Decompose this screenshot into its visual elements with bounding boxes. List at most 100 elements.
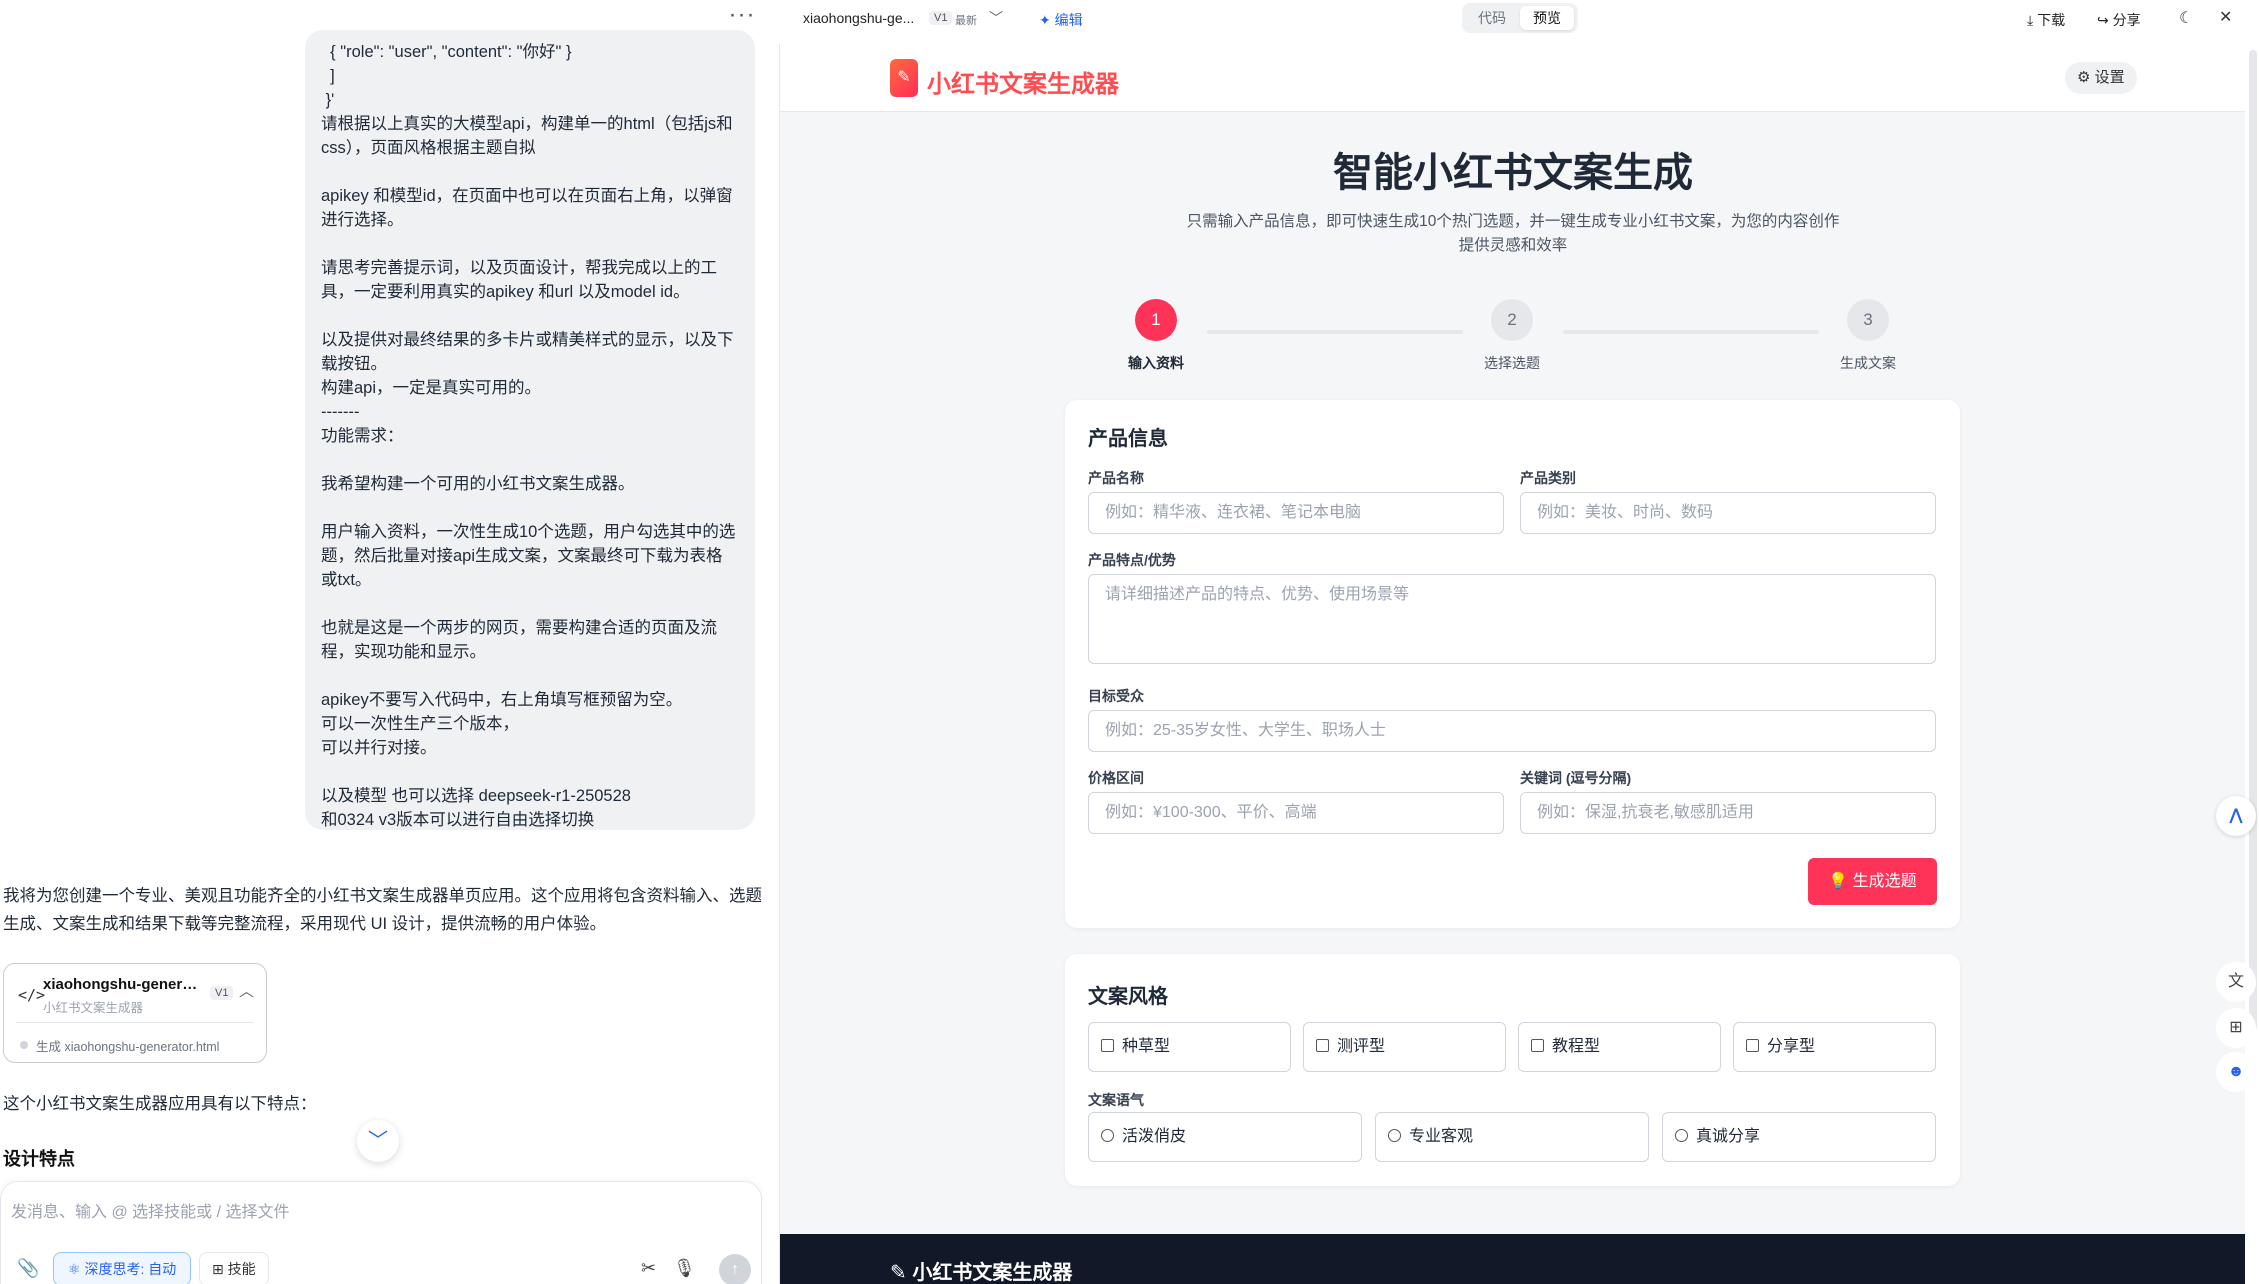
style-option[interactable]: 教程型 <box>1518 1022 1721 1072</box>
price-range-label: 价格区间 <box>1088 770 1144 786</box>
close-icon[interactable]: ✕ <box>2219 7 2232 27</box>
product-category-input[interactable]: 例如：美妆、时尚、数码 <box>1520 492 1936 534</box>
grid-icon: ⊞ <box>212 1261 228 1277</box>
style-option[interactable]: 测评型 <box>1303 1022 1506 1072</box>
radio-button[interactable] <box>1675 1129 1688 1142</box>
edit-button[interactable]: ✦ 编辑 <box>1039 10 1083 30</box>
user-message: { "role": "user", "content": "你好" } ] }'… <box>305 30 755 830</box>
generate-topics-button[interactable]: 💡 生成选题 <box>1808 858 1937 905</box>
preview-pane: xiaohongshu-ge... V1 最新 ﹀ ✦ 编辑 代码 预览 ⤓ 下… <box>779 0 2259 1284</box>
step-2: 2 选择选题 <box>1462 299 1562 373</box>
more-options-icon[interactable]: ··· <box>728 3 756 32</box>
message-composer[interactable]: 发消息、输入 @ 选择技能或 / 选择文件 📎 ⚛ 深度思考: 自动 ⊞ 技能 … <box>0 1181 762 1284</box>
style-option-label: 测评型 <box>1337 1038 1386 1055</box>
tone-option-label: 专业客观 <box>1409 1128 1474 1145</box>
gear-icon: ⚙ <box>2077 69 2095 86</box>
microphone-icon[interactable]: 🎙 <box>673 1258 696 1279</box>
tone-option[interactable]: 真诚分享 <box>1662 1112 1936 1162</box>
tone-option-label: 活泼俏皮 <box>1122 1128 1187 1145</box>
tab-code[interactable]: 代码 <box>1466 6 1518 30</box>
moon-icon[interactable]: ☾ <box>2179 8 2193 28</box>
style-option[interactable]: 种草型 <box>1088 1022 1291 1072</box>
radio-button[interactable] <box>1101 1129 1114 1142</box>
artifact-generated-text: 生成 xiaohongshu-generator.html <box>36 1040 220 1054</box>
send-button[interactable]: ↑ <box>719 1254 751 1284</box>
paperclip-icon[interactable]: 📎 <box>17 1258 39 1279</box>
assistant-intro-text: 我将为您创建一个专业、美观且功能齐全的小红书文案生成器单页应用。这个应用将包含资… <box>3 887 762 933</box>
app-footer: ✎ 小红书文案生成器 <box>780 1234 2245 1284</box>
bot-icon[interactable]: ☻ <box>2216 1052 2256 1092</box>
product-info-card: 产品信息 产品名称 例如：精华液、连衣裙、笔记本电脑 产品类别 例如：美妆、时尚… <box>1065 400 1960 928</box>
checkbox[interactable] <box>1746 1039 1759 1052</box>
app-header: ✎ 小红书文案生成器 ⚙ 设置 <box>780 44 2245 112</box>
file-name[interactable]: xiaohongshu-ge... <box>803 10 914 26</box>
step-label: 输入资料 <box>1128 355 1184 371</box>
footer-logo: ✎ 小红书文案生成器 <box>890 1256 1072 1284</box>
deep-think-toggle[interactable]: ⚛ 深度思考: 自动 <box>53 1252 192 1284</box>
share-label: 分享 <box>2112 12 2141 28</box>
version-badge: V1 <box>929 11 953 25</box>
product-features-textarea[interactable]: 请详细描述产品的特点、优势、使用场景等 <box>1088 574 1936 664</box>
settings-button[interactable]: ⚙ 设置 <box>2065 62 2137 94</box>
tab-preview[interactable]: 预览 <box>1520 6 1574 30</box>
design-heading: 设计特点 <box>3 1149 75 1169</box>
checkbox[interactable] <box>1101 1039 1114 1052</box>
composer-placeholder[interactable]: 发消息、输入 @ 选择技能或 / 选择文件 <box>11 1198 289 1222</box>
step-connector <box>1207 330 1463 334</box>
target-audience-label: 目标受众 <box>1088 688 1144 704</box>
translate-icon[interactable]: 文 <box>2216 962 2256 1002</box>
skills-button[interactable]: ⊞ 技能 <box>199 1252 269 1284</box>
step-number: 1 <box>1135 299 1177 341</box>
artifact-card[interactable]: </> xiaohongshu-generator 小红书文案生成器 V1 ︿ … <box>3 963 267 1063</box>
price-range-input[interactable]: 例如：¥100-300、平价、高端 <box>1088 792 1504 834</box>
checkbox[interactable] <box>1316 1039 1329 1052</box>
copy-style-title: 文案风格 <box>1088 986 1168 1008</box>
edit-label: 编辑 <box>1054 12 1083 28</box>
artifact-title: xiaohongshu-generator <box>43 976 203 993</box>
deep-think-label: 深度思考: 自动 <box>84 1261 177 1277</box>
hero-subtitle: 只需输入产品信息，即可快速生成10个热门选题，并一键生成专业小红书文案，为您的内… <box>1186 213 1840 254</box>
step-label: 选择选题 <box>1484 355 1540 371</box>
app-preview: ✎ 小红书文案生成器 ⚙ 设置 智能小红书文案生成 只需输入产品信息，即可快速生… <box>779 44 2245 1284</box>
target-audience-input[interactable]: 例如：25-35岁女性、大学生、职场人士 <box>1088 710 1936 752</box>
radio-button[interactable] <box>1388 1129 1401 1142</box>
chat-pane: ··· { "role": "user", "content": "你好" } … <box>0 0 779 1284</box>
scissors-icon[interactable]: ✂ <box>641 1258 656 1279</box>
product-category-label: 产品类别 <box>1520 470 1576 486</box>
divider <box>16 1022 254 1023</box>
style-option-label: 分享型 <box>1767 1038 1816 1055</box>
tone-option[interactable]: 活泼俏皮 <box>1088 1112 1362 1162</box>
magic-wand-icon: ✎ <box>890 59 918 97</box>
keywords-label: 关键词 (逗号分隔) <box>1520 770 1632 786</box>
latest-label: 最新 <box>955 15 977 27</box>
artifact-subtitle: 小红书文案生成器 <box>43 1001 144 1015</box>
tone-option[interactable]: 专业客观 <box>1375 1112 1649 1162</box>
assistant-logo-icon[interactable]: ⋀ <box>2216 796 2256 836</box>
step-number: 3 <box>1847 299 1889 341</box>
download-button[interactable]: ⤓ 下载 <box>2027 10 2065 30</box>
sparkle-icon: ✦ <box>1039 12 1055 28</box>
checkbox[interactable] <box>1531 1039 1544 1052</box>
chevron-up-icon[interactable]: ︿ <box>239 980 254 1001</box>
product-name-input[interactable]: 例如：精华液、连衣裙、笔记本电脑 <box>1088 492 1504 534</box>
download-label: 下载 <box>2037 12 2066 28</box>
status-dot <box>20 1041 28 1049</box>
skills-label: 技能 <box>227 1261 256 1277</box>
share-button[interactable]: ↪ 分享 <box>2097 10 2141 30</box>
tone-label: 文案语气 <box>1088 1092 1144 1108</box>
artifact-version-badge: V1 <box>210 986 234 1000</box>
style-option[interactable]: 分享型 <box>1733 1022 1936 1072</box>
step-number: 2 <box>1491 299 1533 341</box>
preview-scrollbar[interactable] <box>2249 50 2257 1030</box>
app-logo-text: 小红书文案生成器 <box>927 71 1119 98</box>
scroll-down-button[interactable]: ﹀ <box>357 1120 399 1162</box>
lightbulb-icon: 💡 <box>1828 873 1853 890</box>
download-icon: ⤓ <box>2027 12 2038 28</box>
generate-topics-label: 生成选题 <box>1852 873 1917 890</box>
code-file-icon: </> <box>18 986 46 1004</box>
keywords-input[interactable]: 例如：保湿,抗衰老,敏感肌适用 <box>1520 792 1936 834</box>
chevron-down-icon[interactable]: ﹀ <box>989 8 1003 28</box>
apps-grid-icon[interactable]: ⊞ <box>2216 1008 2256 1048</box>
step-label: 生成文案 <box>1840 355 1896 371</box>
product-features-label: 产品特点/优势 <box>1088 552 1176 568</box>
